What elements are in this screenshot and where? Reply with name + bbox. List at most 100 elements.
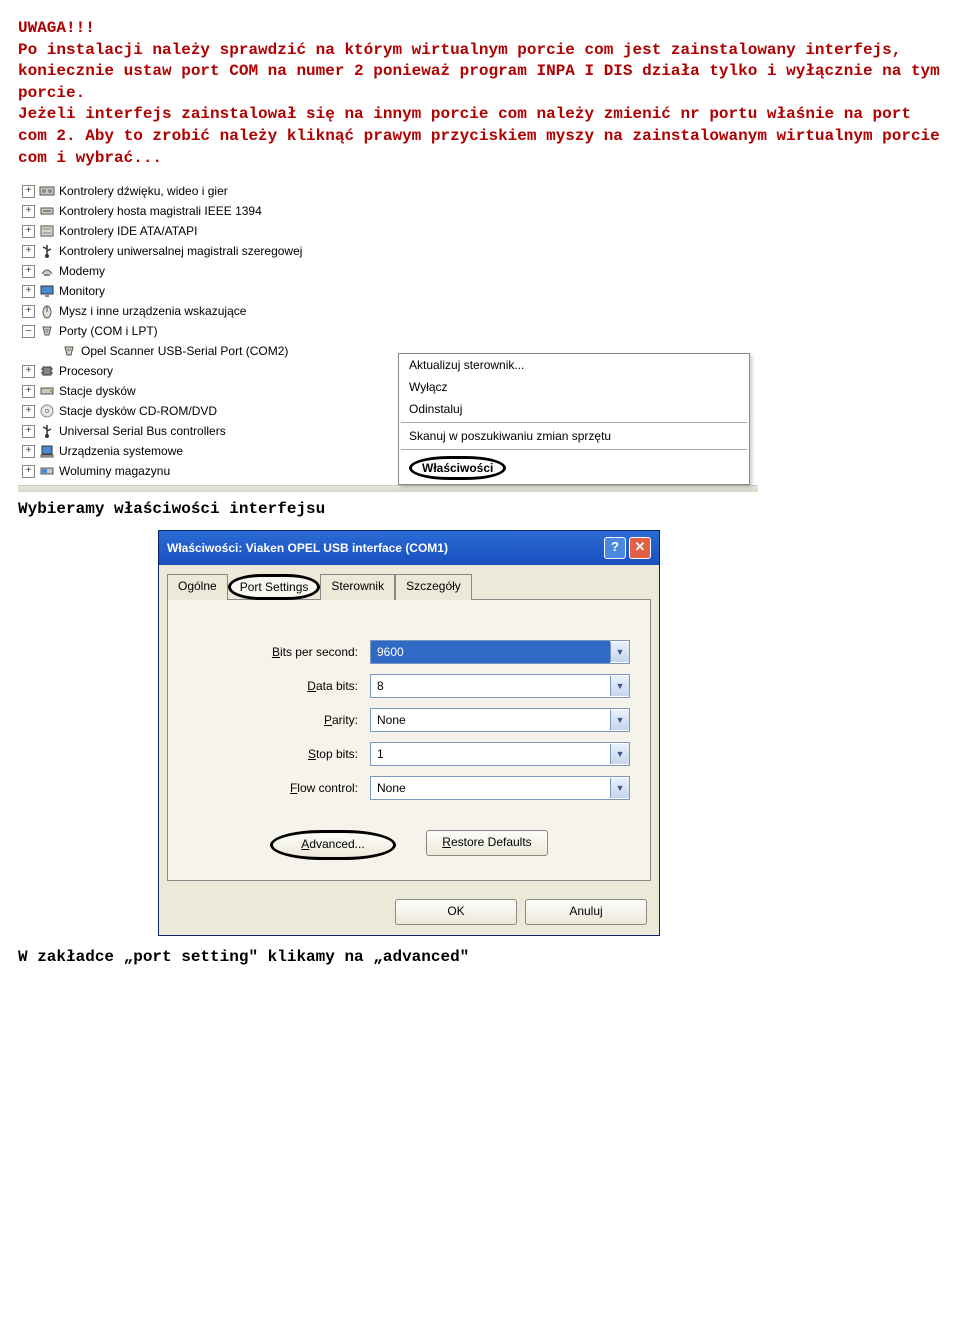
sound-controllers-icon: [39, 183, 55, 199]
warning-heading: UWAGA!!!: [18, 18, 942, 40]
context-menu: Aktualizuj sterownik... Wyłącz Odinstalu…: [398, 353, 750, 485]
close-button[interactable]: ✕: [629, 537, 651, 559]
expand-plus-icon[interactable]: +: [22, 465, 35, 478]
flow-control-value: None: [371, 777, 610, 799]
tab-driver[interactable]: Sterownik: [320, 574, 395, 600]
tree-item-label: Stacje dysków: [59, 384, 136, 398]
flow-control-combo[interactable]: None ▼: [370, 776, 630, 800]
ok-button[interactable]: OK: [395, 899, 517, 925]
tree-item-label: Kontrolery dźwięku, wideo i gier: [59, 184, 228, 198]
cancel-button[interactable]: Anuluj: [525, 899, 647, 925]
tree-item-label: Kontrolery uniwersalnej magistrali szere…: [59, 244, 302, 258]
cdrom-icon: [39, 403, 55, 419]
tree-item-label: Urządzenia systemowe: [59, 444, 183, 458]
tree-item[interactable]: + Mysz i inne urządzenia wskazujące: [18, 301, 758, 321]
mouse-icon: [39, 303, 55, 319]
tab-details[interactable]: Szczegóły: [395, 574, 472, 600]
tree-item-label: Mysz i inne urządzenia wskazujące: [59, 304, 246, 318]
advanced-button[interactable]: Advanced...: [270, 830, 396, 860]
flow-control-label: Flow control:: [188, 781, 370, 795]
expand-plus-icon[interactable]: +: [22, 305, 35, 318]
tree-item-label: Kontrolery IDE ATA/ATAPI: [59, 224, 198, 238]
tree-item-label: Woluminy magazynu: [59, 464, 170, 478]
tree-item-label: Stacje dysków CD-ROM/DVD: [59, 404, 217, 418]
dropdown-arrow-icon[interactable]: ▼: [610, 778, 629, 798]
expand-plus-icon[interactable]: +: [22, 265, 35, 278]
expand-plus-icon[interactable]: +: [22, 245, 35, 258]
menu-update-driver[interactable]: Aktualizuj sterownik...: [399, 354, 749, 376]
expand-plus-icon[interactable]: +: [22, 285, 35, 298]
usb-icon: [39, 423, 55, 439]
restore-defaults-button[interactable]: Restore Defaults: [426, 830, 548, 856]
ide-controller-icon: [39, 223, 55, 239]
tree-child-label: Opel Scanner USB-Serial Port (COM2): [81, 344, 288, 358]
usb-controller-icon: [39, 243, 55, 259]
processor-icon: [39, 363, 55, 379]
statusbar: [18, 485, 758, 492]
tree-item[interactable]: + Monitory: [18, 281, 758, 301]
dialog-title: Właściwości: Viaken OPEL USB interface (…: [167, 541, 448, 555]
tree-item[interactable]: – Porty (COM i LPT): [18, 321, 758, 341]
dropdown-arrow-icon[interactable]: ▼: [610, 642, 629, 662]
tree-item-label: Monitory: [59, 284, 105, 298]
bits-per-second-label: Bits per second:: [188, 645, 370, 659]
dropdown-arrow-icon[interactable]: ▼: [610, 744, 629, 764]
parity-label: Parity:: [188, 713, 370, 727]
menu-disable[interactable]: Wyłącz: [399, 376, 749, 398]
system-device-icon: [39, 443, 55, 459]
tree-item-label: Universal Serial Bus controllers: [59, 424, 226, 438]
ports-icon: [39, 323, 55, 339]
volume-icon: [39, 463, 55, 479]
menu-separator: [401, 422, 747, 423]
bits-per-second-value: 9600: [371, 641, 610, 663]
device-manager-tree: + Kontrolery dźwięku, wideo i gier + Kon…: [18, 181, 758, 492]
expand-plus-icon[interactable]: +: [22, 365, 35, 378]
dropdown-arrow-icon[interactable]: ▼: [610, 710, 629, 730]
tab-port-settings[interactable]: Port Settings: [228, 574, 321, 600]
monitor-icon: [39, 283, 55, 299]
tree-item-label: Procesory: [59, 364, 113, 378]
tab-body: Bits per second: 9600 ▼ Data bits: 8 ▼ P…: [167, 599, 651, 881]
data-bits-label: Data bits:: [188, 679, 370, 693]
menu-properties-label: Właściwości: [409, 456, 506, 480]
dropdown-arrow-icon[interactable]: ▼: [610, 676, 629, 696]
expand-plus-icon[interactable]: +: [22, 185, 35, 198]
stop-bits-combo[interactable]: 1 ▼: [370, 742, 630, 766]
parity-combo[interactable]: None ▼: [370, 708, 630, 732]
expand-plus-icon[interactable]: +: [22, 225, 35, 238]
menu-scan-hardware[interactable]: Skanuj w poszukiwaniu zmian sprzętu: [399, 425, 749, 447]
expand-plus-icon[interactable]: +: [22, 385, 35, 398]
warning-para1: Po instalacji należy sprawdzić na którym…: [18, 40, 942, 105]
menu-separator: [401, 449, 747, 450]
disk-icon: [39, 383, 55, 399]
menu-uninstall[interactable]: Odinstaluj: [399, 398, 749, 420]
properties-dialog: Właściwości: Viaken OPEL USB interface (…: [158, 530, 660, 936]
tree-item[interactable]: + Kontrolery IDE ATA/ATAPI: [18, 221, 758, 241]
com-port-icon: [61, 343, 77, 359]
tab-strip: Ogólne Port Settings Sterownik Szczegóły: [159, 565, 659, 599]
ieee1394-icon: [39, 203, 55, 219]
tab-general[interactable]: Ogólne: [167, 574, 228, 600]
expand-plus-icon[interactable]: +: [22, 405, 35, 418]
tree-item[interactable]: + Kontrolery hosta magistrali IEEE 1394: [18, 201, 758, 221]
tree-item[interactable]: + Kontrolery uniwersalnej magistrali sze…: [18, 241, 758, 261]
dialog-titlebar: Właściwości: Viaken OPEL USB interface (…: [159, 531, 659, 565]
stop-bits-label: Stop bits:: [188, 747, 370, 761]
expand-plus-icon[interactable]: +: [22, 425, 35, 438]
expand-plus-icon[interactable]: +: [22, 445, 35, 458]
tree-item[interactable]: + Kontrolery dźwięku, wideo i gier: [18, 181, 758, 201]
tree-item-label: Porty (COM i LPT): [59, 324, 158, 338]
tree-item[interactable]: + Modemy: [18, 261, 758, 281]
expand-minus-icon[interactable]: –: [22, 325, 35, 338]
tree-item-label: Kontrolery hosta magistrali IEEE 1394: [59, 204, 262, 218]
data-bits-combo[interactable]: 8 ▼: [370, 674, 630, 698]
help-button[interactable]: ?: [604, 537, 626, 559]
expand-plus-icon[interactable]: +: [22, 205, 35, 218]
mid-caption: Wybieramy właściwości interfejsu: [18, 500, 942, 518]
tree-item-label: Modemy: [59, 264, 105, 278]
bits-per-second-combo[interactable]: 9600 ▼: [370, 640, 630, 664]
bottom-caption: W zakładce „port setting" klikamy na „ad…: [18, 948, 942, 966]
menu-properties[interactable]: Właściwości: [399, 452, 749, 484]
stop-bits-value: 1: [371, 743, 610, 765]
modem-icon: [39, 263, 55, 279]
